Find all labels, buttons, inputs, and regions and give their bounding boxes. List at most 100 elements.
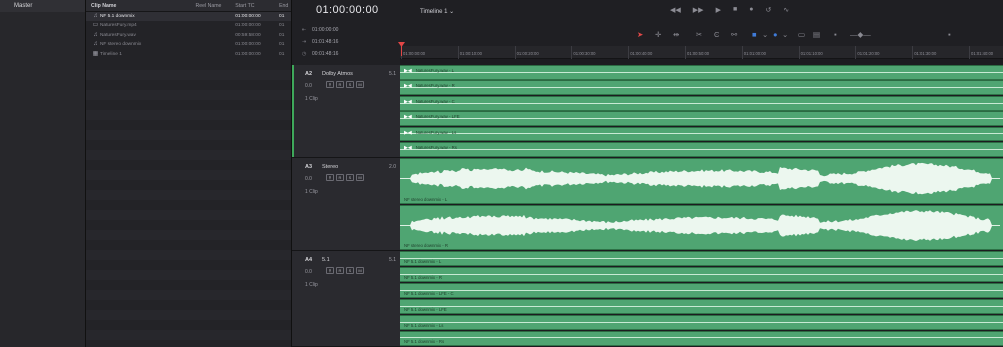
track-m-button[interactable]: M [356,81,364,88]
waveform-flat [400,117,1003,119]
clip-name: NF 5.1 downmix [99,14,135,19]
ruler-tick-label: 01:00:30:00 [571,46,596,59]
clip-name: NF stereo downmix [99,42,142,48]
track-r-button[interactable]: R [336,81,344,88]
fast-forward-icon[interactable]: ▶▶ [693,6,704,14]
zoom-slider[interactable]: —◆— [850,30,871,39]
media-pool-clip-row[interactable]: ♫ NaturesFury.wav 00:59:58:00 01 [86,31,291,40]
track-name[interactable]: Stereo [322,164,338,170]
transport-controls: ◀◀ ▶▶ ▶ ■ ● ↺ ∿ [670,6,789,14]
media-pool-clip-row[interactable]: ♫ NF 5.1 downmix 01:00:00:00 01 [86,12,291,22]
marker-icon[interactable]: ● [773,30,778,39]
flag-icon[interactable]: ■ [752,30,757,39]
play-icon[interactable]: ▶ [716,6,721,14]
ruler-tick-label: 01:01:10:00 [798,46,823,59]
in-timecode[interactable]: ⇤ 01:00:00:00 [302,27,338,33]
column-header-end[interactable]: End [279,0,291,11]
timeline-ruler[interactable]: 01:00:00:00 01:00:10:00 01:00:20:00 01:00:3… [400,46,1003,59]
audio-clip-lane[interactable]: NF 5.1 downmix - LFE [400,298,1003,314]
clip-start-tc: 01:00:00:00 [235,14,261,19]
pointer-tool-icon[interactable]: ➤ [637,30,643,39]
track-volume[interactable]: 0.0 [305,83,312,89]
clip-end: 01 [279,14,285,19]
flag-dropdown-icon[interactable]: ⌄ [762,30,768,39]
track-header-a2[interactable]: A2 Dolby Atmos 5.1 0.0 ⚲ R S M 1 Clip [292,65,400,158]
stop-icon[interactable]: ■ [733,6,737,14]
rewind-icon[interactable]: ◀◀ [670,6,681,14]
clip-reel [195,50,235,59]
audio-clip-icon: ▶◀ [404,114,412,121]
audio-clip-lane[interactable]: NF 5.1 downmix - L [400,251,1003,267]
track-format: 2.0 [389,164,396,170]
track-name[interactable]: Dolby Atmos [322,71,353,77]
column-header-reel-name[interactable]: Reel Name [195,0,235,11]
audio-clip-lane[interactable]: NF 5.1 downmix - Ls [400,314,1003,330]
audio-clip-lane[interactable]: ▶◀ NaturesFury.wav - Rs [400,142,1003,157]
audio-clip-lane[interactable]: NF 5.1 downmix - R [400,266,1003,283]
audio-clip-lane[interactable]: ▶◀ NaturesFury.wav - R [400,80,1003,96]
timeline-selector[interactable]: Timeline 1 ⌄ [420,8,454,15]
audio-clip-lane[interactable]: NF 5.1 downmix - LFE - C [400,282,1003,299]
ruler-tick-label: 01:01:30:00 [912,46,937,59]
media-pool-clip-row[interactable]: ▭ NaturesFury.mp4 01:00:00:00 01 [86,21,291,30]
clip-name: Timeline 1 [99,51,122,57]
playhead[interactable] [401,46,402,56]
link-icon[interactable]: ⚯ [731,30,737,39]
audio-clip-icon: ▶◀ [404,129,412,136]
clip-channel-label: ▶◀ NaturesFury.wav - L [404,68,455,74]
track-name[interactable]: 5.1 [322,257,330,263]
view-mode-icon[interactable]: ▤ [813,30,820,39]
duration-timecode[interactable]: ◷ 00:01:48:16 [302,51,338,57]
track-s-button[interactable]: S [346,267,354,274]
media-pool-clip-row[interactable]: ♫ NF stereo downmix 01:00:00:00 01 [86,40,291,49]
range-tool-icon[interactable]: ✛ [655,30,661,39]
media-pool-clip-row[interactable]: ▦ Timeline 1 01:00:00:00 01 [86,50,291,59]
audio-clip-lane[interactable]: NF 5.1 downmix - Rs [400,330,1003,346]
track-r-button[interactable]: R [336,174,344,181]
clip-channel-label: NF 5.1 downmix - LFE - C [404,291,454,297]
zoom-out-icon[interactable]: ▪ [834,30,837,39]
ruler-tick-label: 01:00:10:00 [457,46,482,59]
audio-clip-lane[interactable]: ▶◀ NaturesFury.wav - L [400,65,1003,80]
audio-clip-lane[interactable]: ▶◀ NaturesFury.wav - Ls [400,126,1003,142]
ruler-tick-label: 01:01:00:00 [741,46,766,59]
loop-icon[interactable]: ↺ [765,6,771,14]
track-m-button[interactable]: M [356,267,364,274]
track-volume[interactable]: 0.0 [305,176,312,182]
clip-channel-label: NF stereo downmix - L [404,196,448,202]
timeline-icon: ▦ [92,50,99,57]
track-header-a3[interactable]: A3 Stereo 2.0 0.0 ⚲ R S M 1 Clip [292,158,400,251]
view-detail-icon[interactable]: ▭ [798,30,805,39]
column-header-start-tc[interactable]: Start TC [235,0,279,11]
audio-clip-lane[interactable]: NF stereo downmix - R [400,204,1003,251]
track-s-button[interactable]: S [346,174,354,181]
track-header-a4[interactable]: A4 5.1 5.1 0.0 ⚲ R S M 1 Clip [292,251,400,347]
audio-clip-lane[interactable]: NF stereo downmix - L [400,158,1003,204]
record-icon[interactable]: ● [749,6,753,14]
audio-clip-lane[interactable]: ▶◀ NaturesFury.wav - LFE [400,111,1003,126]
waveform-toggle-icon[interactable]: ∿ [783,6,789,14]
column-header-clip-name[interactable]: Clip Name [86,0,195,11]
audio-clip-icon: ▶◀ [404,98,412,105]
waveform-flat [400,289,1003,291]
music-note-icon: ♫ [93,31,98,38]
ruler-tick-label: 01:00:00:00 [400,46,426,59]
bin-item-master[interactable]: Master [0,0,85,12]
trim-tool-icon[interactable]: ⇹ [673,30,679,39]
out-timecode[interactable]: ⇥ 01:01:48:16 [302,39,338,45]
lock-icon[interactable]: ⚲ [326,81,334,88]
lock-icon[interactable]: ⚲ [326,267,334,274]
clip-start-tc: 01:00:00:00 [235,42,261,48]
lock-icon[interactable]: ⚲ [326,174,334,181]
fit-icon[interactable]: ▪ [948,30,951,39]
audio-clip-lane[interactable]: ▶◀ NaturesFury.wav - C [400,95,1003,111]
razor-tool-icon[interactable]: ✂ [696,30,702,39]
track-s-button[interactable]: S [346,81,354,88]
track-m-button[interactable]: M [356,174,364,181]
marker-dropdown-icon[interactable]: ⌄ [782,30,788,39]
track-volume[interactable]: 0.0 [305,269,312,275]
main-timecode[interactable]: 01:00:00:00 [316,4,379,16]
track-r-button[interactable]: R [336,267,344,274]
waveform [400,209,1000,241]
snap-icon[interactable]: Ͼ [714,30,719,39]
